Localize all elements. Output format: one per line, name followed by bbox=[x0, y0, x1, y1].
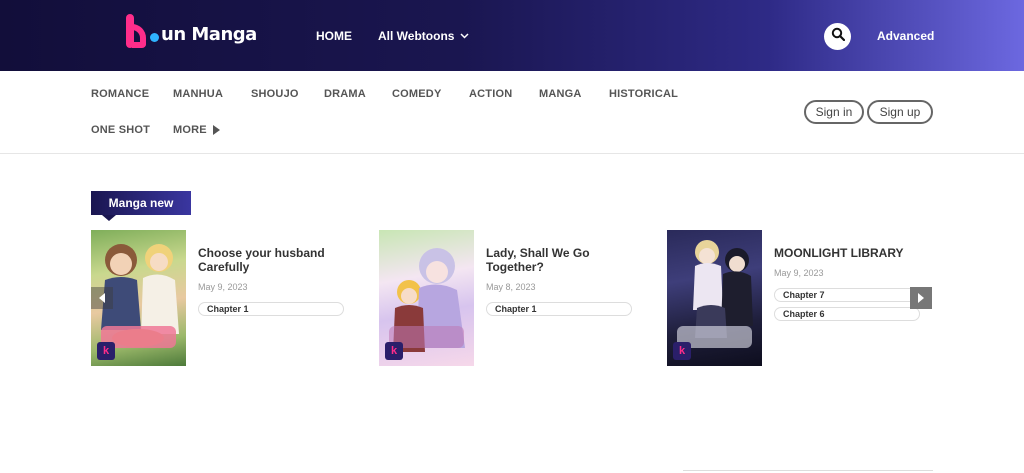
publisher-badge-icon: k bbox=[385, 342, 403, 360]
chevron-down-icon bbox=[460, 31, 469, 41]
manga-card[interactable]: k MOONLIGHT LIBRARY May 9, 2023 Chapter … bbox=[667, 230, 937, 366]
category-more-toggle[interactable]: MORE bbox=[173, 124, 220, 136]
search-icon bbox=[831, 27, 845, 46]
category-drama[interactable]: DRAMA bbox=[324, 88, 366, 100]
category-historical[interactable]: HISTORICAL bbox=[609, 88, 678, 100]
category-manhua[interactable]: MANHUA bbox=[173, 88, 223, 100]
category-one-shot[interactable]: ONE SHOT bbox=[91, 124, 150, 136]
caret-right-icon bbox=[212, 125, 220, 135]
category-action[interactable]: ACTION bbox=[469, 88, 512, 100]
advanced-search-link[interactable]: Advanced bbox=[877, 29, 934, 43]
logo-k-mark bbox=[126, 14, 148, 48]
manga-cover-image[interactable]: k bbox=[379, 230, 474, 366]
sign-in-button[interactable]: Sign in bbox=[804, 100, 864, 124]
logo-text: un Manga bbox=[161, 24, 257, 45]
manga-date: May 9, 2023 bbox=[198, 282, 248, 292]
publisher-badge-icon: k bbox=[97, 342, 115, 360]
logo-dot bbox=[150, 33, 159, 42]
chapter-link[interactable]: Chapter 7 bbox=[774, 288, 920, 302]
sign-up-button[interactable]: Sign up bbox=[867, 100, 933, 124]
arrow-left-icon bbox=[99, 293, 105, 303]
site-logo[interactable]: un Manga bbox=[126, 8, 257, 48]
nav-all-webtoons-dropdown[interactable]: All Webtoons bbox=[378, 29, 469, 43]
category-manga[interactable]: MANGA bbox=[539, 88, 582, 100]
section-title-manga-new: Manga new bbox=[91, 191, 191, 215]
search-button[interactable] bbox=[824, 23, 851, 50]
manga-title[interactable]: Lady, Shall We Go Together? bbox=[486, 246, 646, 274]
manga-date: May 9, 2023 bbox=[774, 268, 824, 278]
category-shoujo[interactable]: SHOUJO bbox=[251, 88, 299, 100]
nav-all-webtoons-label: All Webtoons bbox=[378, 29, 455, 43]
manga-card[interactable]: k Lady, Shall We Go Together? May 8, 202… bbox=[379, 230, 649, 366]
manga-title[interactable]: Choose your husband Carefully bbox=[198, 246, 358, 274]
category-bar: ROMANCE MANHUA SHOUJO DRAMA COMEDY ACTIO… bbox=[0, 71, 1024, 154]
manga-cover-image[interactable]: k bbox=[667, 230, 762, 366]
section-tag-pointer bbox=[102, 215, 116, 221]
publisher-badge-icon: k bbox=[673, 342, 691, 360]
nav-home-link[interactable]: HOME bbox=[316, 29, 352, 43]
arrow-right-icon bbox=[918, 293, 924, 303]
manga-card[interactable]: k Choose your husband Carefully May 9, 2… bbox=[91, 230, 361, 366]
divider bbox=[683, 470, 933, 471]
manga-title[interactable]: MOONLIGHT LIBRARY bbox=[774, 246, 934, 260]
carousel-prev-button[interactable] bbox=[91, 287, 113, 309]
chapter-link[interactable]: Chapter 1 bbox=[486, 302, 632, 316]
category-romance[interactable]: ROMANCE bbox=[91, 88, 149, 100]
chapter-link[interactable]: Chapter 6 bbox=[774, 307, 920, 321]
category-more-label: MORE bbox=[173, 124, 207, 136]
category-comedy[interactable]: COMEDY bbox=[392, 88, 441, 100]
manga-date: May 8, 2023 bbox=[486, 282, 536, 292]
chapter-link[interactable]: Chapter 1 bbox=[198, 302, 344, 316]
carousel-next-button[interactable] bbox=[910, 287, 932, 309]
site-header: un Manga HOME All Webtoons Advanced bbox=[0, 0, 1024, 71]
